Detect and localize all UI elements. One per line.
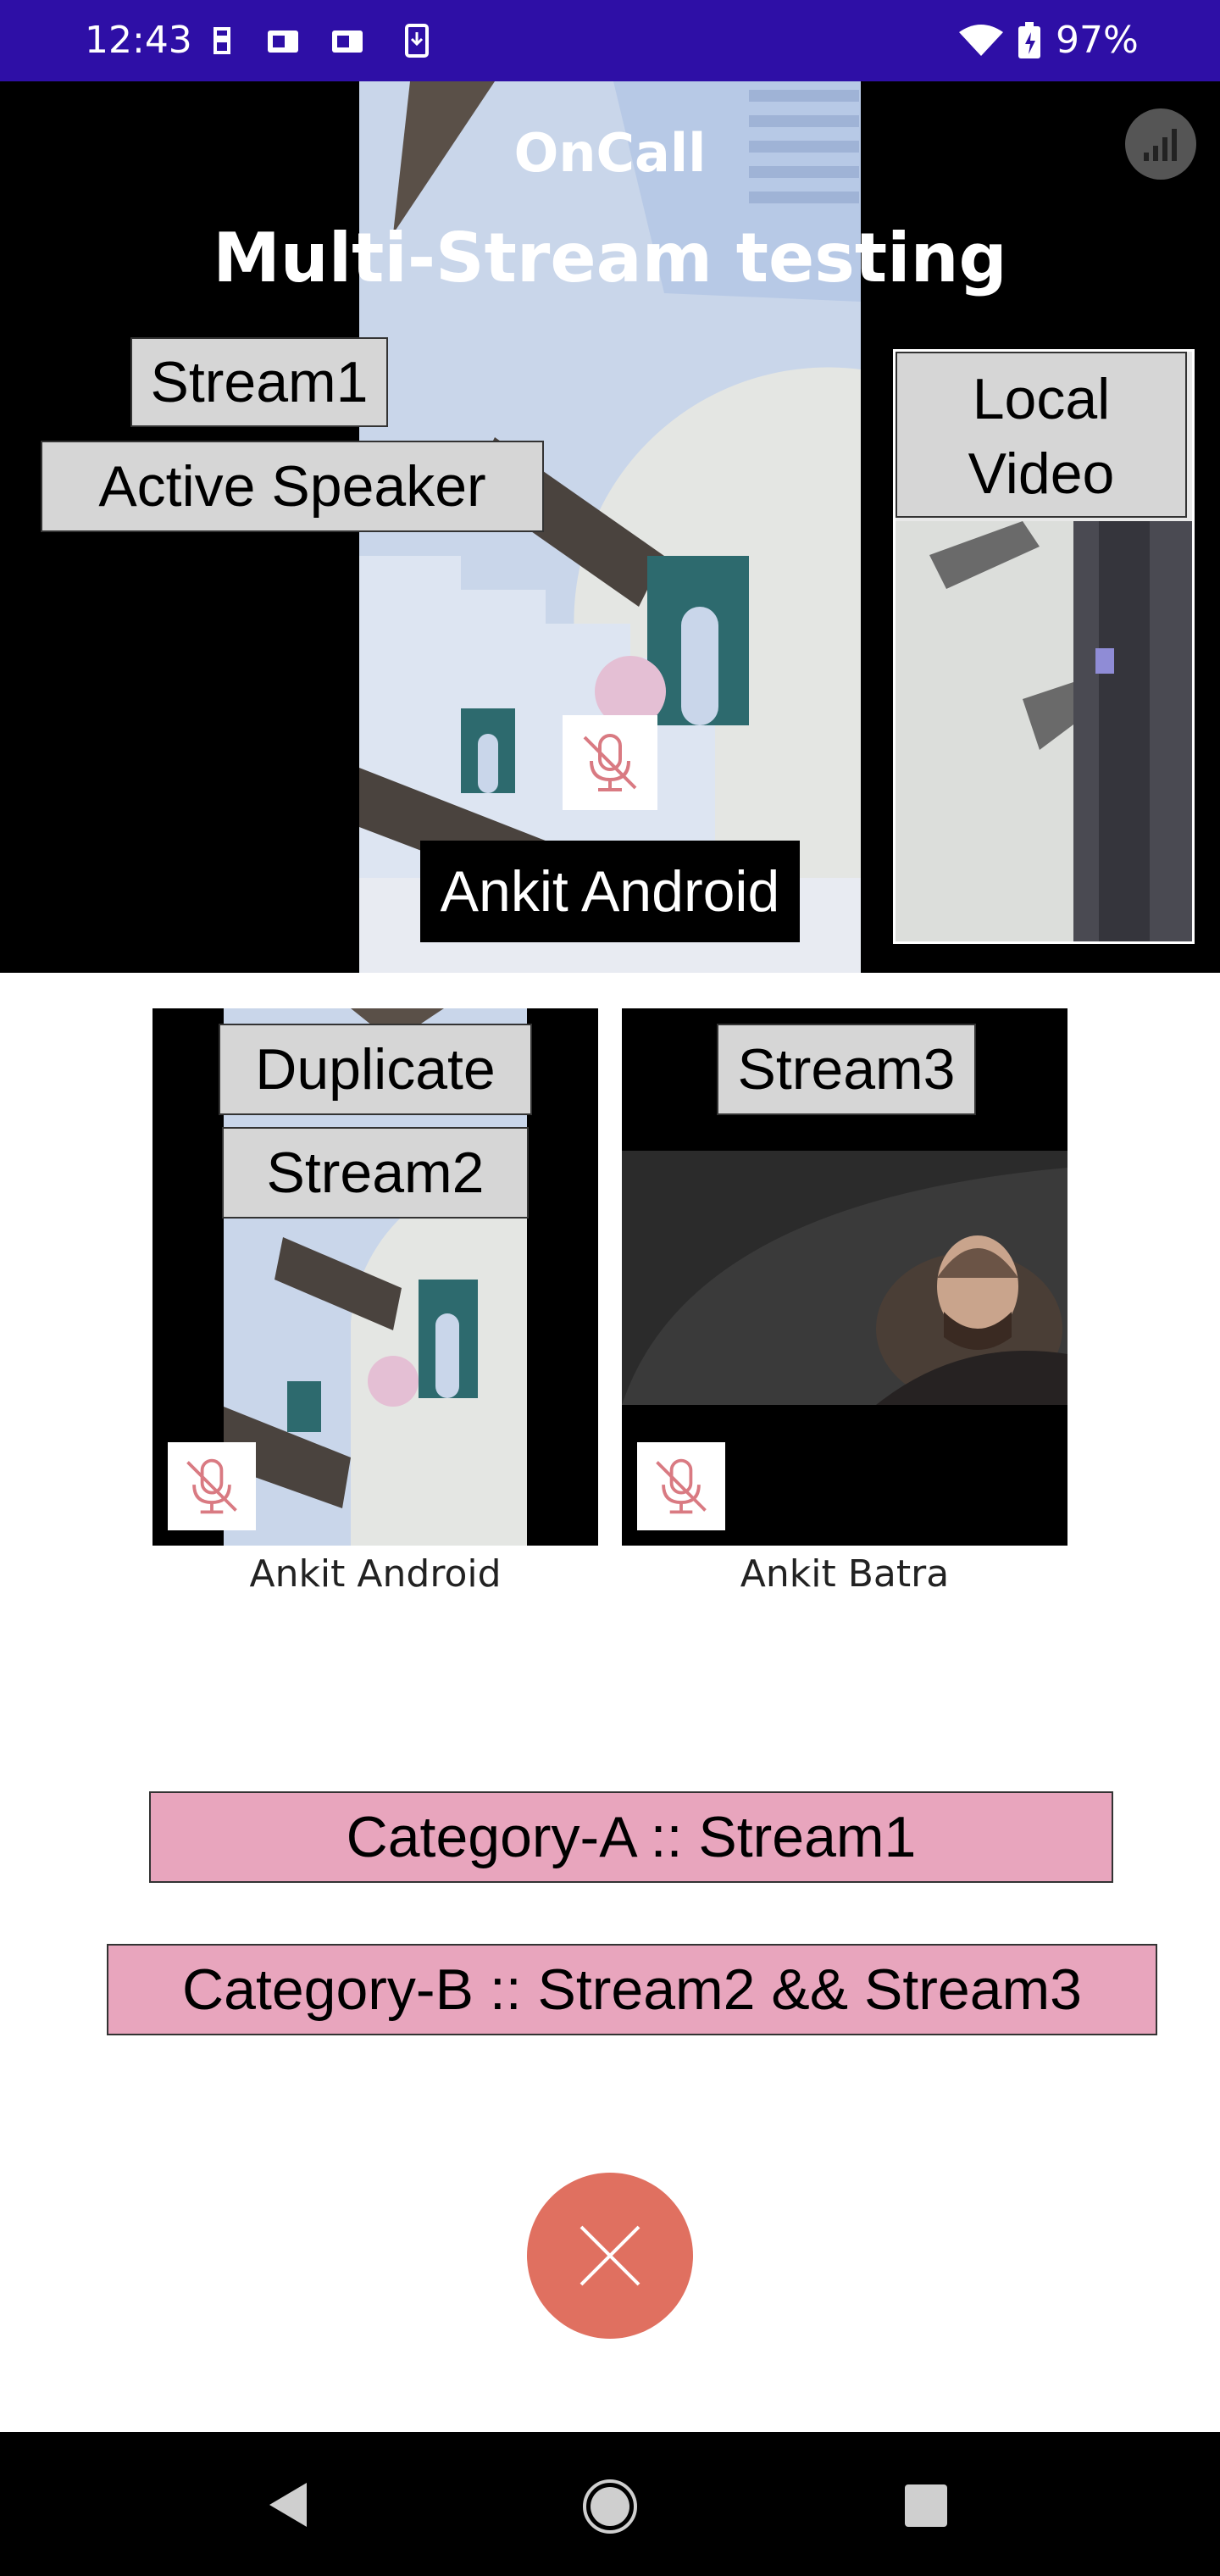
mic-off-icon bbox=[563, 715, 657, 810]
status-bar: 12:43 97% bbox=[0, 0, 1220, 81]
download-icon bbox=[405, 24, 429, 58]
participant-name: Ankit Android bbox=[249, 1552, 502, 1596]
local-video[interactable]: Local Video bbox=[893, 349, 1195, 944]
teams-icon bbox=[332, 31, 363, 53]
stream1-label: Stream1 bbox=[130, 337, 388, 427]
active-speaker-video[interactable]: OnCall Multi-Stream testing Stream1 Acti… bbox=[0, 81, 1220, 973]
recents-icon[interactable] bbox=[903, 2483, 949, 2529]
navigation-bar bbox=[0, 2432, 1220, 2576]
participant-name: Ankit Batra bbox=[740, 1552, 950, 1596]
close-icon bbox=[580, 2225, 640, 2286]
wifi-icon bbox=[959, 25, 1003, 56]
category-b-button[interactable]: Category-B :: Stream2 && Stream3 bbox=[107, 1944, 1157, 2035]
category-a-button[interactable]: Category-A :: Stream1 bbox=[149, 1791, 1113, 1883]
status-time: 12:43 bbox=[85, 19, 192, 62]
battery-icon bbox=[1018, 22, 1040, 58]
home-icon[interactable] bbox=[581, 2478, 639, 2535]
mic-off-icon bbox=[637, 1442, 725, 1530]
battery-percentage: 97% bbox=[1056, 19, 1139, 62]
stream3-tile[interactable]: Stream3 bbox=[622, 1008, 1068, 1546]
video-frame bbox=[622, 1151, 1068, 1405]
participant-name: Ankit Android bbox=[420, 841, 800, 942]
notification-icon bbox=[214, 27, 230, 54]
teams-icon bbox=[268, 31, 298, 53]
back-icon[interactable] bbox=[263, 2479, 313, 2530]
end-call-button[interactable] bbox=[527, 2173, 693, 2339]
local-video-label: Local Video bbox=[896, 352, 1187, 518]
local-video-feed bbox=[896, 521, 1192, 941]
stream3-label: Stream3 bbox=[717, 1024, 976, 1115]
app-name: OnCall bbox=[513, 122, 707, 184]
stream2-label: Stream2 bbox=[222, 1127, 529, 1219]
duplicate-label: Duplicate bbox=[219, 1024, 532, 1115]
stream2-tile[interactable]: Duplicate Stream2 bbox=[152, 1008, 598, 1546]
page-title: Multi-Stream testing bbox=[213, 219, 1007, 297]
active-speaker-label: Active Speaker bbox=[41, 441, 544, 532]
mic-off-icon bbox=[168, 1442, 256, 1530]
signal-bars-icon[interactable] bbox=[1125, 108, 1196, 180]
